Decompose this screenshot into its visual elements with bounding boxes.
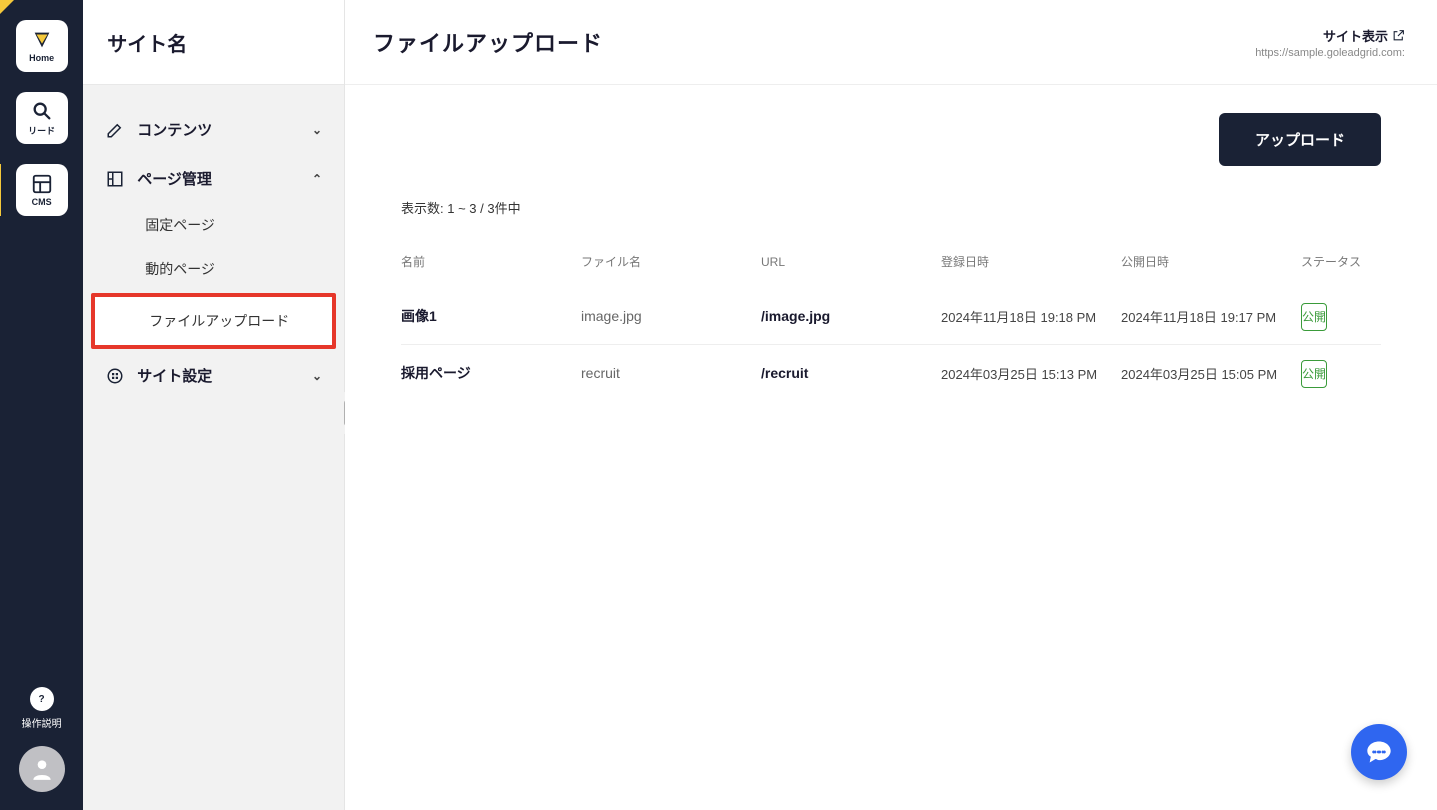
sidebar: サイト名 コンテンツ ⌄ ページ管理 ⌃ 固定ページ 動的ページ ファイルアップ… — [83, 0, 345, 810]
sidebar-contents-label: コンテンツ — [137, 119, 300, 140]
sidebar-sub-upload[interactable]: ファイルアップロード — [91, 293, 336, 349]
nav-rail: Home リード CMS ? 操作説明 — [0, 0, 83, 810]
rail-accent — [0, 0, 14, 14]
site-url: https://sample.goleadgrid.com: — [1255, 47, 1405, 59]
file-table: 名前 ファイル名 URL 登録日時 公開日時 ステータス 画像1 image.j… — [401, 235, 1381, 401]
cell-url: /recruit — [761, 365, 941, 381]
sidebar-site-settings-label: サイト設定 — [137, 365, 300, 386]
grid-icon — [105, 170, 125, 188]
cell-published: 2024年11月18日 19:17 PM — [1121, 307, 1301, 326]
rail-cms-label: CMS — [32, 197, 52, 207]
sidebar-sub-dynamic[interactable]: 動的ページ — [83, 247, 344, 291]
rail-home[interactable]: Home — [16, 20, 68, 72]
chat-fab[interactable] — [1351, 724, 1407, 780]
table-row[interactable]: 採用ページ recruit /recruit 2024年03月25日 15:13… — [401, 345, 1381, 401]
rail-lead[interactable]: リード — [16, 92, 68, 144]
rail-home-label: Home — [29, 53, 54, 63]
sidebar-page-mgmt[interactable]: ページ管理 ⌃ — [83, 154, 344, 203]
rail-help-label: 操作説明 — [22, 715, 62, 730]
cell-file: image.jpg — [581, 308, 761, 324]
status-badge: 公開 — [1301, 360, 1327, 388]
cell-file: recruit — [581, 365, 761, 381]
col-url: URL — [761, 255, 941, 269]
main: ファイルアップロード サイト表示 https://sample.goleadgr… — [345, 0, 1437, 810]
layout-icon — [31, 173, 53, 195]
site-view-link[interactable]: サイト表示 — [1323, 26, 1405, 45]
table-header: 名前 ファイル名 URL 登録日時 公開日時 ステータス — [401, 235, 1381, 288]
col-file: ファイル名 — [581, 253, 761, 270]
external-link-icon — [1392, 29, 1405, 42]
pencil-icon — [105, 121, 125, 139]
home-logo-icon — [31, 29, 53, 51]
site-name: サイト名 — [83, 0, 344, 85]
help-icon: ? — [30, 687, 54, 711]
site-view-label: サイト表示 — [1323, 26, 1388, 45]
main-header: ファイルアップロード サイト表示 https://sample.goleadgr… — [345, 0, 1437, 85]
count-text: 表示数: 1 ~ 3 / 3件中 — [401, 198, 1381, 217]
rail-cms[interactable]: CMS — [16, 164, 68, 216]
upload-button[interactable]: アップロード — [1219, 113, 1381, 166]
main-body: アップロード 表示数: 1 ~ 3 / 3件中 名前 ファイル名 URL 登録日… — [345, 85, 1437, 401]
sidebar-page-mgmt-label: ページ管理 — [137, 168, 300, 189]
rail-lead-label: リード — [28, 124, 55, 137]
magnifier-icon — [31, 100, 53, 122]
settings-grid-icon — [105, 367, 125, 385]
chevron-down-icon: ⌄ — [312, 123, 322, 137]
col-status: ステータス — [1301, 253, 1381, 270]
cell-published: 2024年03月25日 15:05 PM — [1121, 364, 1301, 383]
chat-icon — [1365, 738, 1393, 766]
rail-avatar[interactable] — [19, 746, 65, 792]
cell-name: 画像1 — [401, 306, 581, 326]
status-badge: 公開 — [1301, 303, 1327, 331]
rail-help[interactable]: ? 操作説明 — [22, 687, 62, 730]
page-title: ファイルアップロード — [373, 26, 603, 58]
col-created: 登録日時 — [941, 253, 1121, 270]
col-published: 公開日時 — [1121, 253, 1301, 270]
chevron-down-icon: ⌄ — [312, 369, 322, 383]
col-name: 名前 — [401, 253, 581, 270]
site-link-block: サイト表示 https://sample.goleadgrid.com: — [1255, 26, 1405, 59]
sidebar-sub-fixed[interactable]: 固定ページ — [83, 203, 344, 247]
cell-url: /image.jpg — [761, 308, 941, 324]
person-icon — [29, 756, 55, 782]
sidebar-contents[interactable]: コンテンツ ⌄ — [83, 105, 344, 154]
chevron-up-icon: ⌃ — [312, 172, 322, 186]
sidebar-site-settings[interactable]: サイト設定 ⌄ — [83, 351, 344, 400]
cell-created: 2024年11月18日 19:18 PM — [941, 307, 1121, 326]
cell-created: 2024年03月25日 15:13 PM — [941, 364, 1121, 383]
cell-name: 採用ページ — [401, 363, 581, 383]
table-row[interactable]: 画像1 image.jpg /image.jpg 2024年11月18日 19:… — [401, 288, 1381, 345]
